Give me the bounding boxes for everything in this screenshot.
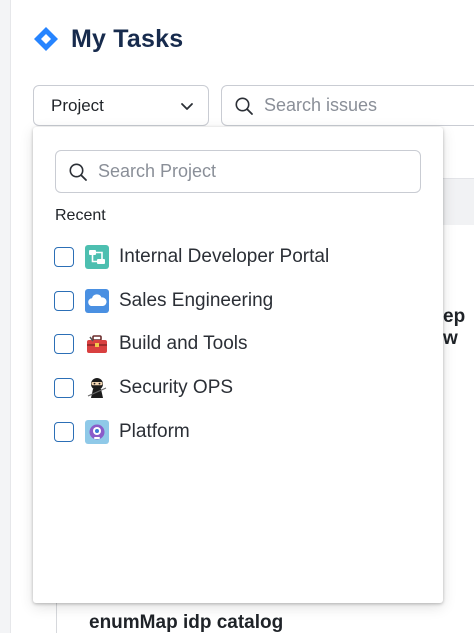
project-option-platform[interactable]: Platform (54, 419, 190, 445)
cloud-icon (85, 289, 109, 313)
search-icon (69, 163, 87, 181)
project-checkbox[interactable] (54, 247, 74, 267)
background-card-title-fragment: ep w (443, 306, 466, 349)
chevron-down-icon (181, 102, 193, 110)
project-filter-select[interactable]: Project (33, 85, 209, 126)
project-option-label: Internal Developer Portal (119, 246, 330, 267)
background-task-title: enumMap idp catalog (89, 612, 284, 633)
ninja-icon (87, 378, 107, 398)
background-card (443, 178, 474, 225)
project-checkbox[interactable] (54, 291, 74, 311)
search-icon (235, 97, 253, 115)
project-option-label: Security OPS (119, 377, 234, 398)
search-issues-placeholder: Search issues (264, 95, 378, 115)
project-option-internal-developer-portal[interactable]: Internal Developer Portal (54, 244, 329, 270)
project-option-security-ops[interactable]: Security OPS (54, 375, 233, 401)
project-checkbox[interactable] (54, 422, 74, 442)
project-option-label: Platform (119, 421, 190, 442)
project-option-build-and-tools[interactable]: Build and Tools (54, 331, 248, 357)
search-project-input[interactable]: Search Project (55, 150, 421, 193)
project-dropdown: Search Project Recent Internal Developer… (33, 127, 443, 603)
left-rail (0, 0, 11, 633)
portal-icon (85, 245, 109, 269)
search-issues-input[interactable]: Search issues (221, 85, 474, 126)
project-option-label: Sales Engineering (119, 290, 274, 311)
page-title: My Tasks (71, 24, 184, 53)
project-checkbox[interactable] (54, 378, 74, 398)
background-divider (56, 602, 57, 633)
project-option-sales-engineering[interactable]: Sales Engineering (54, 288, 273, 314)
robot-icon (85, 420, 109, 444)
project-filter-label: Project (51, 95, 104, 115)
jira-diamond-icon (34, 27, 58, 51)
search-project-placeholder: Search Project (98, 161, 217, 181)
project-option-label: Build and Tools (119, 333, 248, 354)
page-header: My Tasks (33, 22, 183, 56)
toolbox-icon (87, 335, 107, 353)
recent-section-label: Recent (55, 207, 106, 224)
project-checkbox[interactable] (54, 334, 74, 354)
